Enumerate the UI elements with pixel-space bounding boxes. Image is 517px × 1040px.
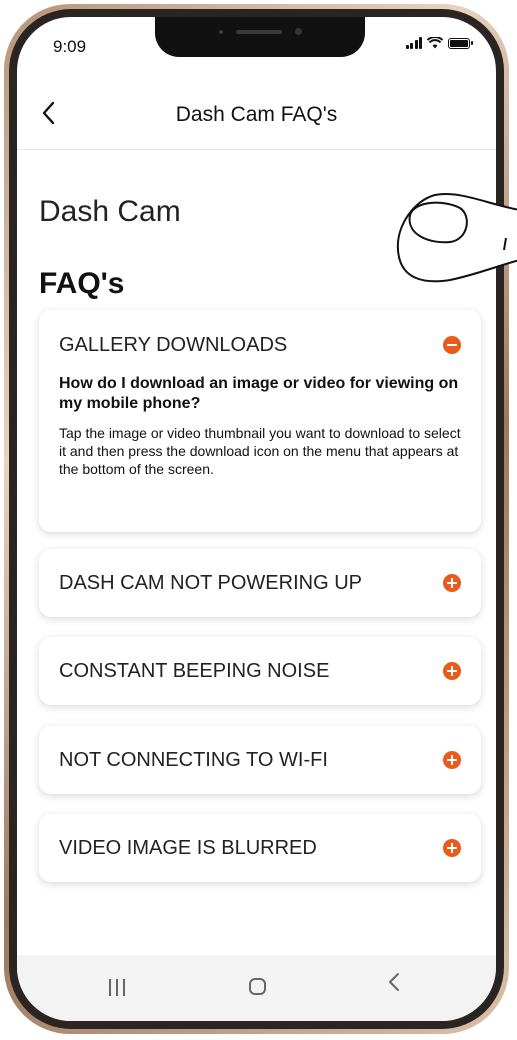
- faq-title: GALLERY DOWNLOADS: [59, 334, 288, 356]
- page-title: FAQ's: [39, 267, 125, 300]
- faq-title: CONSTANT BEEPING NOISE: [59, 660, 330, 682]
- faq-card-dash-cam-not-powering-up[interactable]: DASH CAM NOT POWERING UP: [39, 549, 481, 617]
- wifi-icon: [427, 37, 443, 49]
- recents-icon[interactable]: [109, 979, 125, 996]
- faq-card-not-connecting-to-wifi[interactable]: NOT CONNECTING TO WI-FI: [39, 726, 481, 794]
- back-icon[interactable]: [387, 971, 401, 993]
- expand-icon[interactable]: [443, 574, 461, 592]
- faq-question: How do I download an image or video for …: [59, 375, 459, 412]
- faq-title: VIDEO IMAGE IS BLURRED: [59, 837, 317, 859]
- app-header: Dash Cam FAQ's: [17, 77, 496, 150]
- page-subtitle: Dash Cam: [39, 195, 181, 228]
- status-icons: [405, 37, 473, 49]
- faq-answer: Tap the image or video thumbnail you wan…: [59, 425, 461, 477]
- home-icon[interactable]: [249, 978, 266, 995]
- battery-icon: [448, 37, 473, 49]
- speaker-icon: [236, 30, 282, 34]
- signal-icon: [405, 37, 422, 49]
- faq-card-constant-beeping-noise[interactable]: CONSTANT BEEPING NOISE: [39, 637, 481, 705]
- expand-icon[interactable]: [443, 751, 461, 769]
- faq-card-video-image-is-blurred[interactable]: VIDEO IMAGE IS BLURRED: [39, 814, 481, 882]
- status-time: 9:09: [53, 37, 87, 56]
- android-nav-bar: [17, 955, 496, 1021]
- camera-icon: [295, 28, 302, 35]
- header-title: Dash Cam FAQ's: [175, 103, 338, 126]
- sensor-icon: [219, 30, 223, 34]
- expand-icon[interactable]: [443, 839, 461, 857]
- collapse-icon[interactable]: [443, 336, 461, 354]
- phone-screen: 9:09 Dash Cam FAQ's Dash Cam FAQ's GALLE…: [17, 17, 496, 1021]
- faq-title: DASH CAM NOT POWERING UP: [59, 572, 362, 594]
- pointing-finger-illustration: [396, 193, 517, 283]
- faq-card-gallery-downloads[interactable]: GALLERY DOWNLOADS How do I download an i…: [39, 310, 481, 532]
- expand-icon[interactable]: [443, 662, 461, 680]
- notch: [155, 17, 365, 57]
- faq-title: NOT CONNECTING TO WI-FI: [59, 749, 328, 771]
